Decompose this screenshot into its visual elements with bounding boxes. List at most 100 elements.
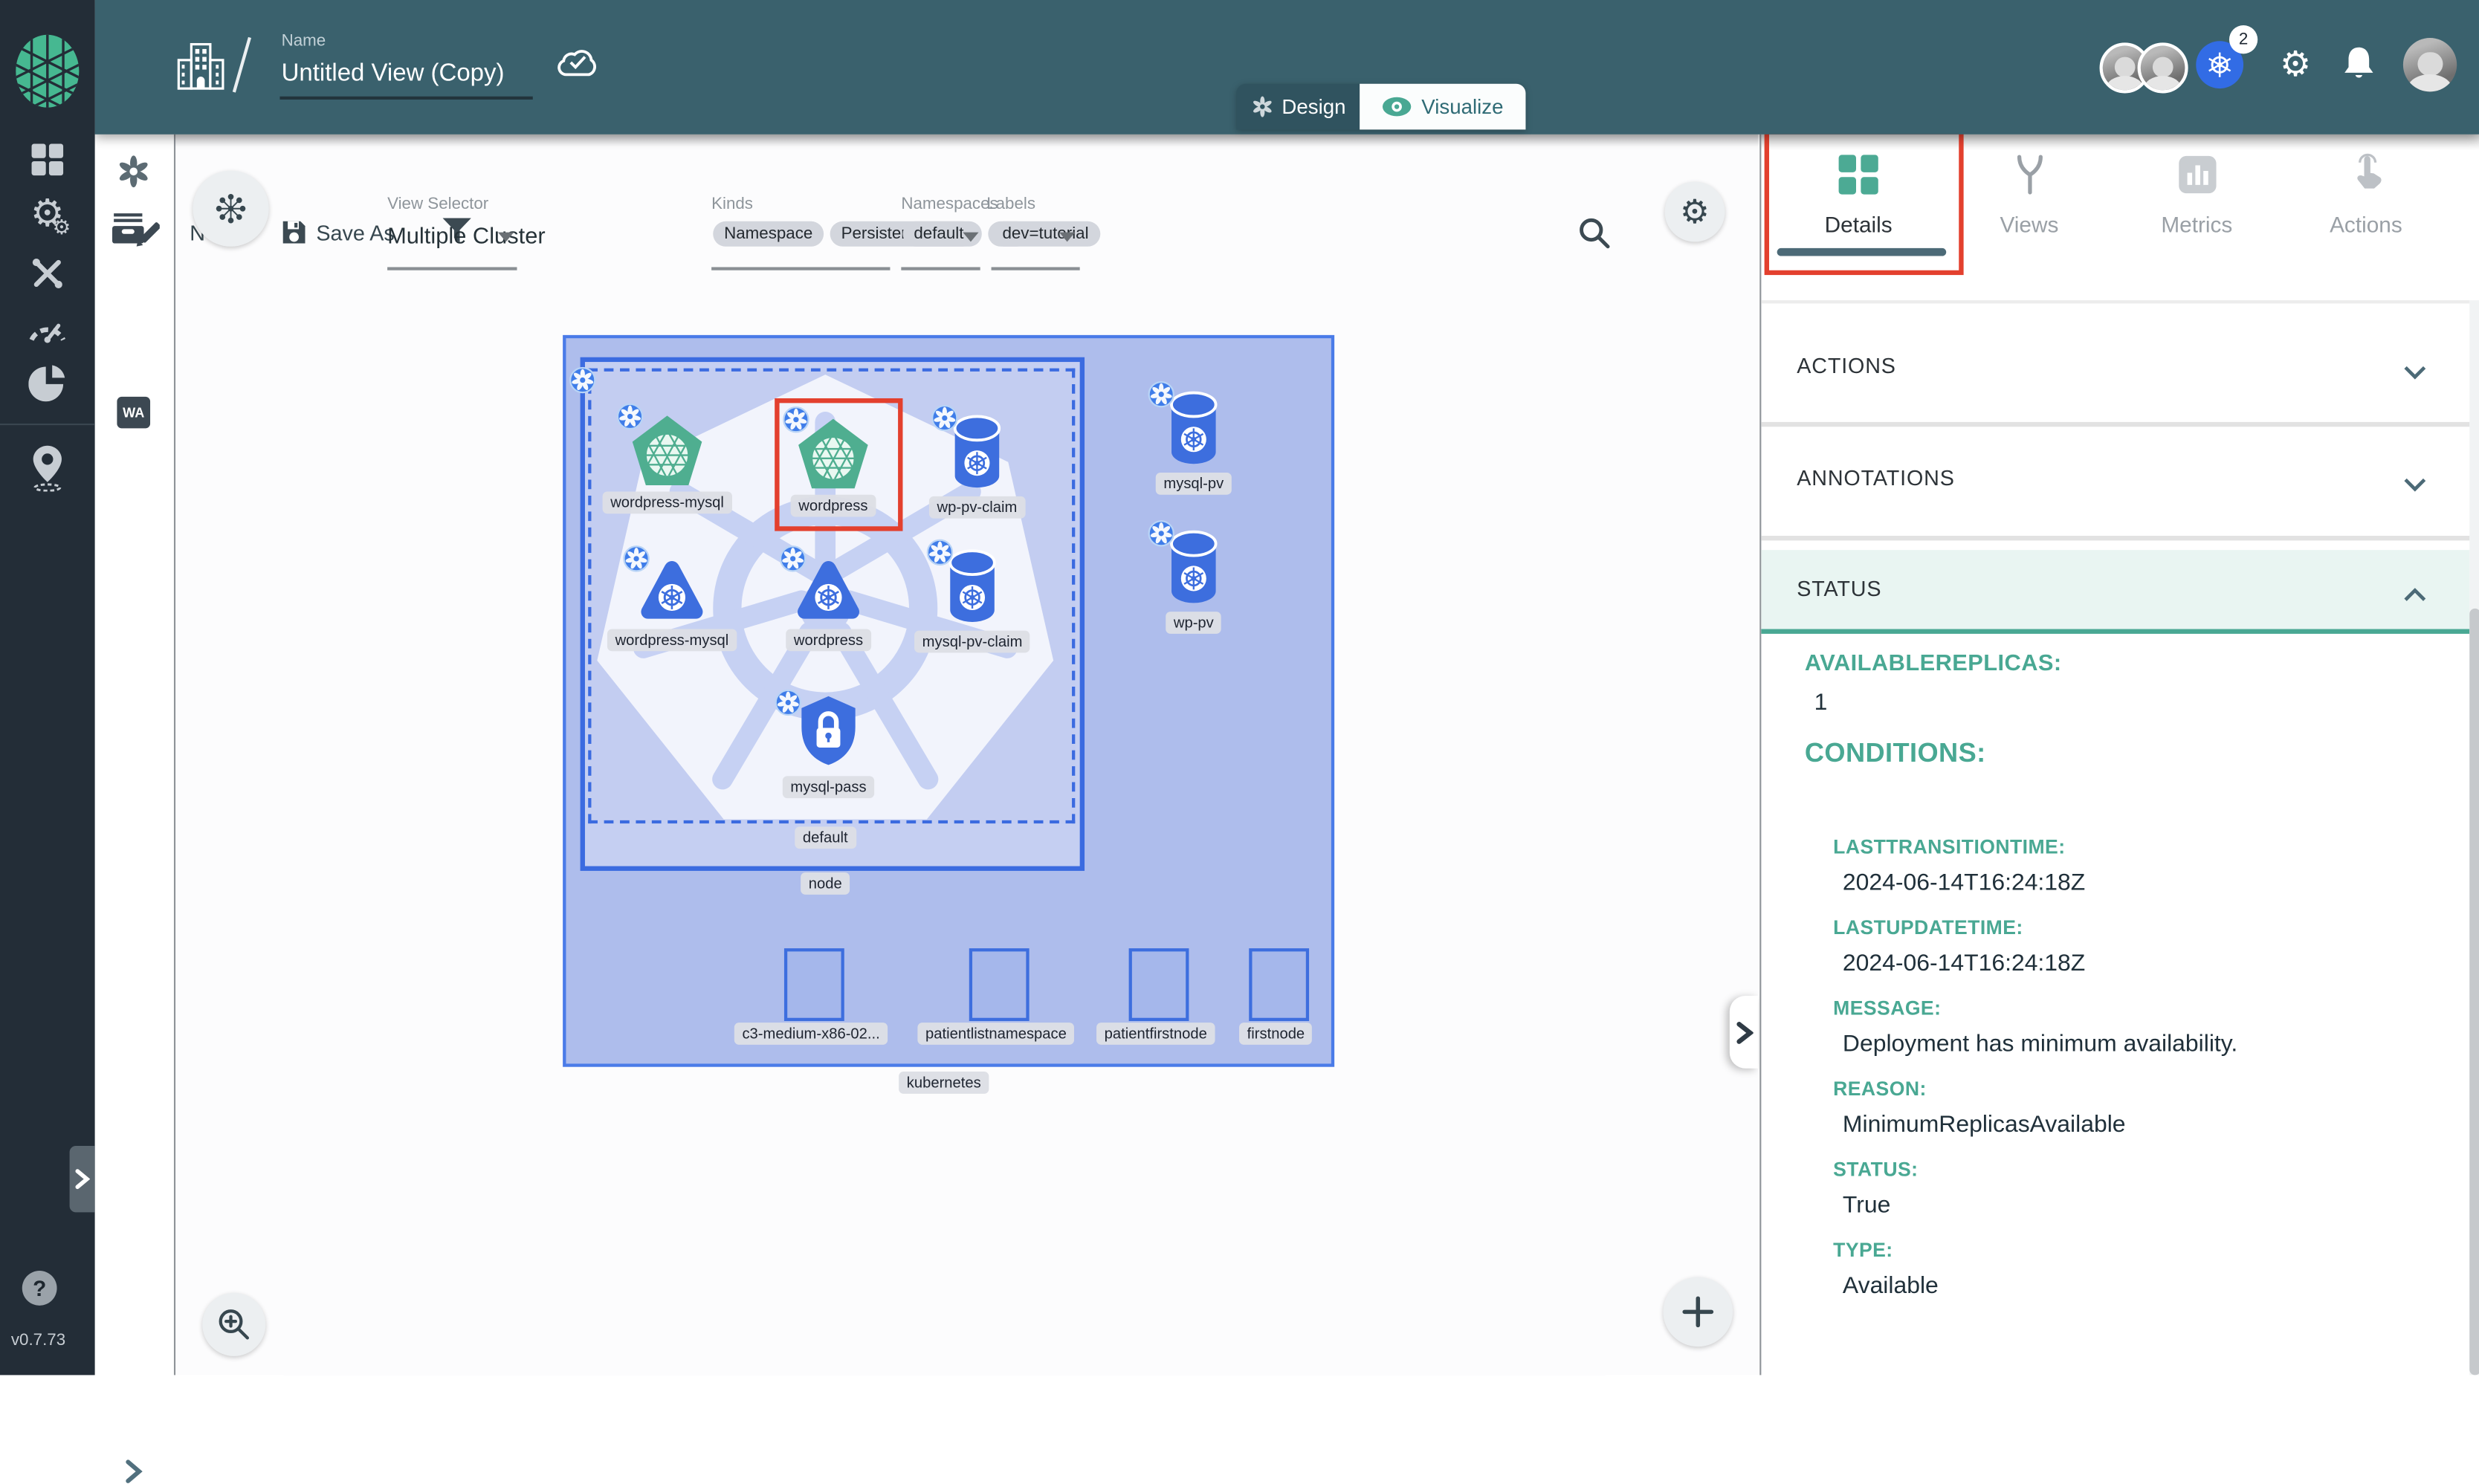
diagram-node-mysql-pv[interactable]: mysql-pv — [1169, 390, 1219, 474]
views-icon — [2010, 153, 2048, 195]
labels-select[interactable]: dev=tutorial — [992, 221, 1100, 247]
accordion-annotations[interactable]: ANNOTATIONS — [1797, 466, 1954, 490]
organization-icon[interactable] — [174, 39, 227, 101]
sidebar-divider — [0, 424, 95, 425]
panel-scrollbar[interactable] — [2469, 300, 2479, 1375]
status-field: LASTUPDATETIME: 2024-06-14T16:24:18Z — [1833, 917, 2446, 977]
node-label: mysql-pass — [783, 776, 874, 798]
context-count-badge: 2 — [2229, 25, 2257, 54]
catalog-edit-icon[interactable] — [95, 210, 172, 251]
wasm-filters-icon[interactable]: WA — [117, 397, 150, 429]
status-field-value: MinimumReplicasAvailable — [1843, 1111, 2446, 1138]
mode-toggle: Design Visualize — [1236, 84, 1525, 130]
diagram-node-patientlistnamespace[interactable] — [969, 948, 1030, 1021]
diagram-node-mysql-pass-secret[interactable]: mysql-pass — [798, 694, 859, 774]
collaborator-avatar[interactable] — [2138, 42, 2188, 93]
tab-actions[interactable]: Actions — [2295, 153, 2437, 237]
namespaces-caret-icon[interactable] — [963, 233, 978, 242]
accordion-status[interactable]: STATUS — [1760, 550, 2469, 634]
swirl-badge-icon — [775, 689, 801, 716]
chevron-up-icon[interactable] — [2402, 582, 2426, 610]
lifecycle-gears-icon[interactable]: ⚙⚙ — [0, 195, 95, 236]
visualization-canvas[interactable]: N Save A — [174, 135, 1758, 1376]
tab-design[interactable]: Design — [1236, 84, 1360, 130]
zoom-in-button[interactable] — [202, 1293, 265, 1356]
help-button[interactable]: ? — [22, 1271, 57, 1306]
profile-avatar[interactable] — [2403, 38, 2457, 91]
name-field-underline — [279, 97, 532, 100]
view-name-input[interactable]: Untitled View (Copy) — [282, 60, 505, 88]
swirl-designs-icon[interactable] — [95, 153, 172, 189]
status-fields: AVAILABLEREPLICAS: 1 CONDITIONS: LASTTRA… — [1805, 651, 2447, 1320]
diagram-node-wordpress-mysql-app[interactable]: wordpress-mysql — [631, 414, 704, 494]
label-chip[interactable]: dev=tutorial — [992, 221, 1100, 247]
cloud-saved-icon — [553, 42, 601, 88]
new-mesh-button[interactable] — [193, 171, 268, 247]
swirl-badge-icon — [1148, 381, 1174, 408]
panel-collapse-handle[interactable] — [1730, 996, 1758, 1069]
swirl-badge-icon — [1148, 520, 1174, 547]
status-field-key: STATUS: — [1833, 1159, 2446, 1181]
status-field-value: 2024-06-14T16:24:18Z — [1843, 950, 2446, 976]
status-field-value: 1 — [1814, 689, 2447, 716]
secondary-toolbar: WA — [95, 135, 175, 1376]
tab-metrics[interactable]: Metrics — [2126, 153, 2268, 237]
kinds-underline — [711, 267, 890, 269]
performance-speedometer-icon[interactable] — [0, 313, 95, 345]
version-label: v0.7.73 — [11, 1331, 65, 1350]
metrics-icon — [2176, 153, 2217, 195]
save-as-button[interactable]: Save As — [316, 221, 394, 245]
diagram-node-wordpress-mysql-pod[interactable]: wordpress-mysql — [637, 557, 707, 631]
status-field-key: AVAILABLEREPLICAS: — [1805, 651, 2447, 676]
namespaces-label: Namespaces — [901, 195, 998, 214]
accordion-actions[interactable]: ACTIONS — [1797, 354, 1896, 378]
node-label: wordpress-mysql — [603, 491, 732, 513]
chevron-down-icon[interactable] — [2402, 359, 2426, 387]
diagram-node-firstnode[interactable] — [1249, 948, 1309, 1021]
view-selector-underline — [387, 267, 517, 269]
diagram-node-wp-pv-claim[interactable]: wp-pv-claim — [951, 414, 1002, 498]
diagram-node-mysql-pv-claim[interactable]: mysql-pv-claim — [947, 548, 998, 632]
save-icon[interactable] — [279, 218, 308, 255]
labels-caret-icon[interactable] — [1059, 233, 1075, 242]
tab-views[interactable]: Views — [1958, 153, 2100, 237]
node-label: wp-pv — [1166, 612, 1221, 634]
add-node-button[interactable] — [1664, 1277, 1733, 1347]
environments-pin-icon[interactable] — [0, 444, 95, 492]
kind-chip[interactable]: Namespace — [713, 221, 824, 247]
view-selector-label: View Selector — [387, 195, 488, 214]
extensions-pie-icon[interactable] — [0, 365, 95, 403]
swirl-badge-icon — [780, 545, 807, 572]
view-selector-caret-icon[interactable] — [498, 233, 514, 242]
header-settings-gear-icon[interactable]: ⚙ — [2280, 41, 2311, 88]
scrollbar-thumb[interactable] — [2469, 609, 2479, 1376]
diagram-node-wordpress-pod[interactable]: wordpress — [794, 557, 864, 631]
sidebar-expand-handle[interactable] — [70, 1146, 95, 1212]
canvas-settings-gear-button[interactable]: ⚙ — [1665, 182, 1725, 242]
status-field-key: TYPE: — [1833, 1239, 2446, 1261]
strip-expand-chevron-icon[interactable] — [95, 1459, 172, 1484]
cluster-swirl-badge-icon — [569, 366, 596, 393]
meshery-logo[interactable] — [0, 32, 95, 111]
diagram-node-wp-pv[interactable]: wp-pv — [1169, 530, 1219, 614]
chevron-down-icon[interactable] — [2402, 471, 2426, 499]
search-icon[interactable] — [1578, 216, 1612, 257]
node-label-chip: node — [801, 872, 850, 895]
node-label: wordpress-mysql — [607, 629, 737, 652]
view-selector-select[interactable]: Multiple Cluster — [387, 224, 546, 250]
kinds-select[interactable]: NamespacePersistentVolume+4 — [713, 221, 1029, 247]
notifications-bell-icon[interactable] — [2340, 45, 2378, 94]
status-field-key: MESSAGE: — [1833, 997, 2446, 1020]
dashboard-icon[interactable] — [0, 140, 95, 178]
diagram-node-patientfirstnode[interactable] — [1129, 948, 1189, 1021]
node-label: wp-pv-claim — [929, 496, 1025, 519]
diagram-node-c3-medium[interactable] — [784, 948, 844, 1021]
cluster-label-chip: kubernetes — [899, 1072, 989, 1094]
main-sidebar: ⚙⚙ — [0, 0, 95, 1375]
tab-visualize[interactable]: Visualize — [1360, 84, 1525, 130]
configuration-tools-icon[interactable] — [0, 254, 95, 292]
node-label: mysql-pv-claim — [914, 631, 1030, 653]
status-field-value: 2024-06-14T16:24:18Z — [1843, 869, 2446, 896]
design-swirl-icon — [1250, 95, 1274, 119]
tabs-divider — [1760, 300, 2469, 303]
